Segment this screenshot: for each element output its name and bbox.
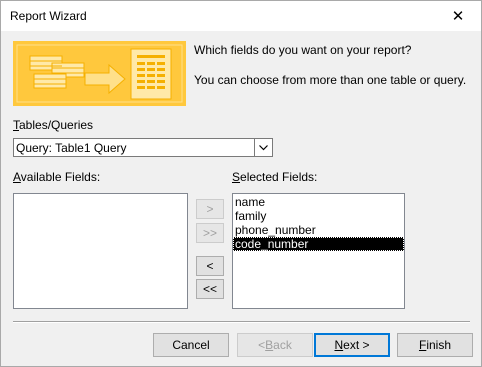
chevron-down-icon[interactable] [254, 139, 272, 156]
available-fields-label-text: vailable Fields: [20, 170, 101, 184]
back-button-label: ack [273, 338, 292, 352]
close-button[interactable]: ✕ [435, 1, 481, 31]
footer-separator [13, 321, 470, 323]
available-fields-accesskey: A [13, 170, 21, 184]
selected-field-item[interactable]: family [233, 209, 404, 223]
next-button-accesskey: N [334, 338, 344, 352]
finish-button[interactable]: Finish [397, 333, 473, 357]
back-button-prefix: < [258, 338, 266, 352]
selected-field-item[interactable]: phone_number [233, 223, 404, 237]
add-all-fields-button[interactable]: >> [196, 223, 224, 243]
close-icon: ✕ [451, 8, 465, 25]
wizard-question: Which fields do you want on your report? [194, 43, 412, 57]
tables-queries-dropdown[interactable]: Query: Table1 Query [13, 138, 273, 157]
selected-fields-list[interactable]: name family phone_number code_number [232, 193, 405, 309]
title-bar: Report Wizard ✕ [1, 1, 481, 31]
selected-field-item[interactable]: name [233, 195, 404, 209]
selected-fields-accesskey: S [232, 170, 241, 184]
tables-queries-label-text: ables/Queries [19, 118, 94, 132]
cancel-button[interactable]: Cancel [153, 333, 229, 357]
wizard-illustration [13, 41, 186, 106]
back-button-accesskey: B [265, 338, 274, 352]
selected-fields-label-text: elected Fields: [240, 170, 318, 184]
remove-field-button[interactable]: < [196, 256, 224, 276]
next-button[interactable]: Next > [314, 333, 390, 357]
remove-all-fields-button[interactable]: << [196, 279, 224, 299]
window-title: Report Wizard [10, 9, 87, 23]
report-illustration-icon [13, 41, 186, 106]
report-wizard-window: Report Wizard ✕ Which fields do you want… [0, 0, 482, 367]
back-button[interactable]: < Back [237, 333, 313, 357]
selected-fields-label: Selected Fields: [232, 170, 317, 184]
tables-queries-label: Tables/Queries [13, 118, 93, 132]
finish-button-accesskey: F [418, 338, 427, 352]
tables-queries-value: Query: Table1 Query [16, 141, 127, 155]
next-button-label: ext > [343, 338, 370, 352]
add-field-button[interactable]: > [196, 199, 224, 219]
selected-field-item[interactable]: code_number [233, 237, 404, 251]
available-fields-list[interactable] [13, 193, 188, 309]
finish-button-label: inish [426, 338, 452, 352]
available-fields-label: Available Fields: [13, 170, 100, 184]
wizard-hint: You can choose from more than one table … [194, 73, 467, 87]
